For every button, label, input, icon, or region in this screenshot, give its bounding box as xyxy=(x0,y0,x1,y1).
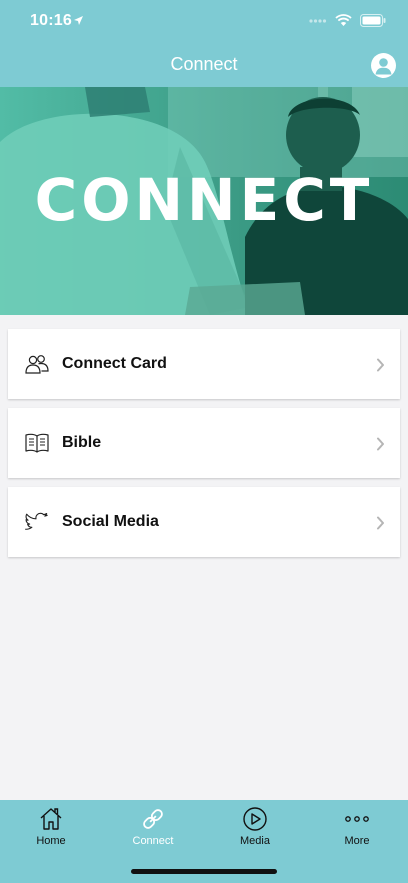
menu-item-label: Connect Card xyxy=(62,355,167,372)
menu-item-connect-card[interactable]: Connect Card xyxy=(8,329,400,399)
signal-dots-icon xyxy=(309,18,327,23)
battery-icon xyxy=(360,14,386,27)
chevron-right-icon xyxy=(377,358,384,372)
play-icon xyxy=(243,807,267,831)
hero-banner: CONNECT xyxy=(0,87,408,315)
menu-item-label: Bible xyxy=(62,434,102,451)
tab-media[interactable]: Media xyxy=(204,806,306,847)
menu-item-label: Social Media xyxy=(62,513,159,530)
home-indicator xyxy=(131,869,277,874)
wifi-icon xyxy=(335,14,352,26)
home-icon xyxy=(40,808,62,830)
tab-label: Connect xyxy=(132,835,174,847)
menu-item-social-media[interactable]: Social Media xyxy=(8,487,400,557)
menu-list: Connect Card Bible Social Media xyxy=(8,329,400,566)
tab-label: More xyxy=(344,835,370,847)
menu-item-bible[interactable]: Bible xyxy=(8,408,400,478)
tab-connect[interactable]: Connect xyxy=(102,806,204,847)
page-title: Connect xyxy=(170,54,238,74)
nav-bar: Connect xyxy=(0,44,408,87)
people-icon xyxy=(25,355,49,374)
tab-label: Media xyxy=(240,835,270,847)
tab-more[interactable]: More xyxy=(306,806,408,847)
chevron-right-icon xyxy=(377,437,384,451)
status-bar: 10:16 xyxy=(0,0,408,44)
more-dots-icon xyxy=(345,816,369,822)
tab-home[interactable]: Home xyxy=(0,806,102,847)
location-arrow-icon xyxy=(74,16,83,25)
book-icon xyxy=(25,433,49,453)
status-time: 10:16 xyxy=(30,12,72,29)
profile-button[interactable] xyxy=(371,53,396,78)
chevron-right-icon xyxy=(377,516,384,530)
twitter-bird-icon xyxy=(25,512,48,530)
link-icon xyxy=(143,809,163,829)
hero-title: CONNECT xyxy=(34,166,374,234)
person-icon xyxy=(375,58,392,75)
tab-label: Home xyxy=(36,835,66,847)
